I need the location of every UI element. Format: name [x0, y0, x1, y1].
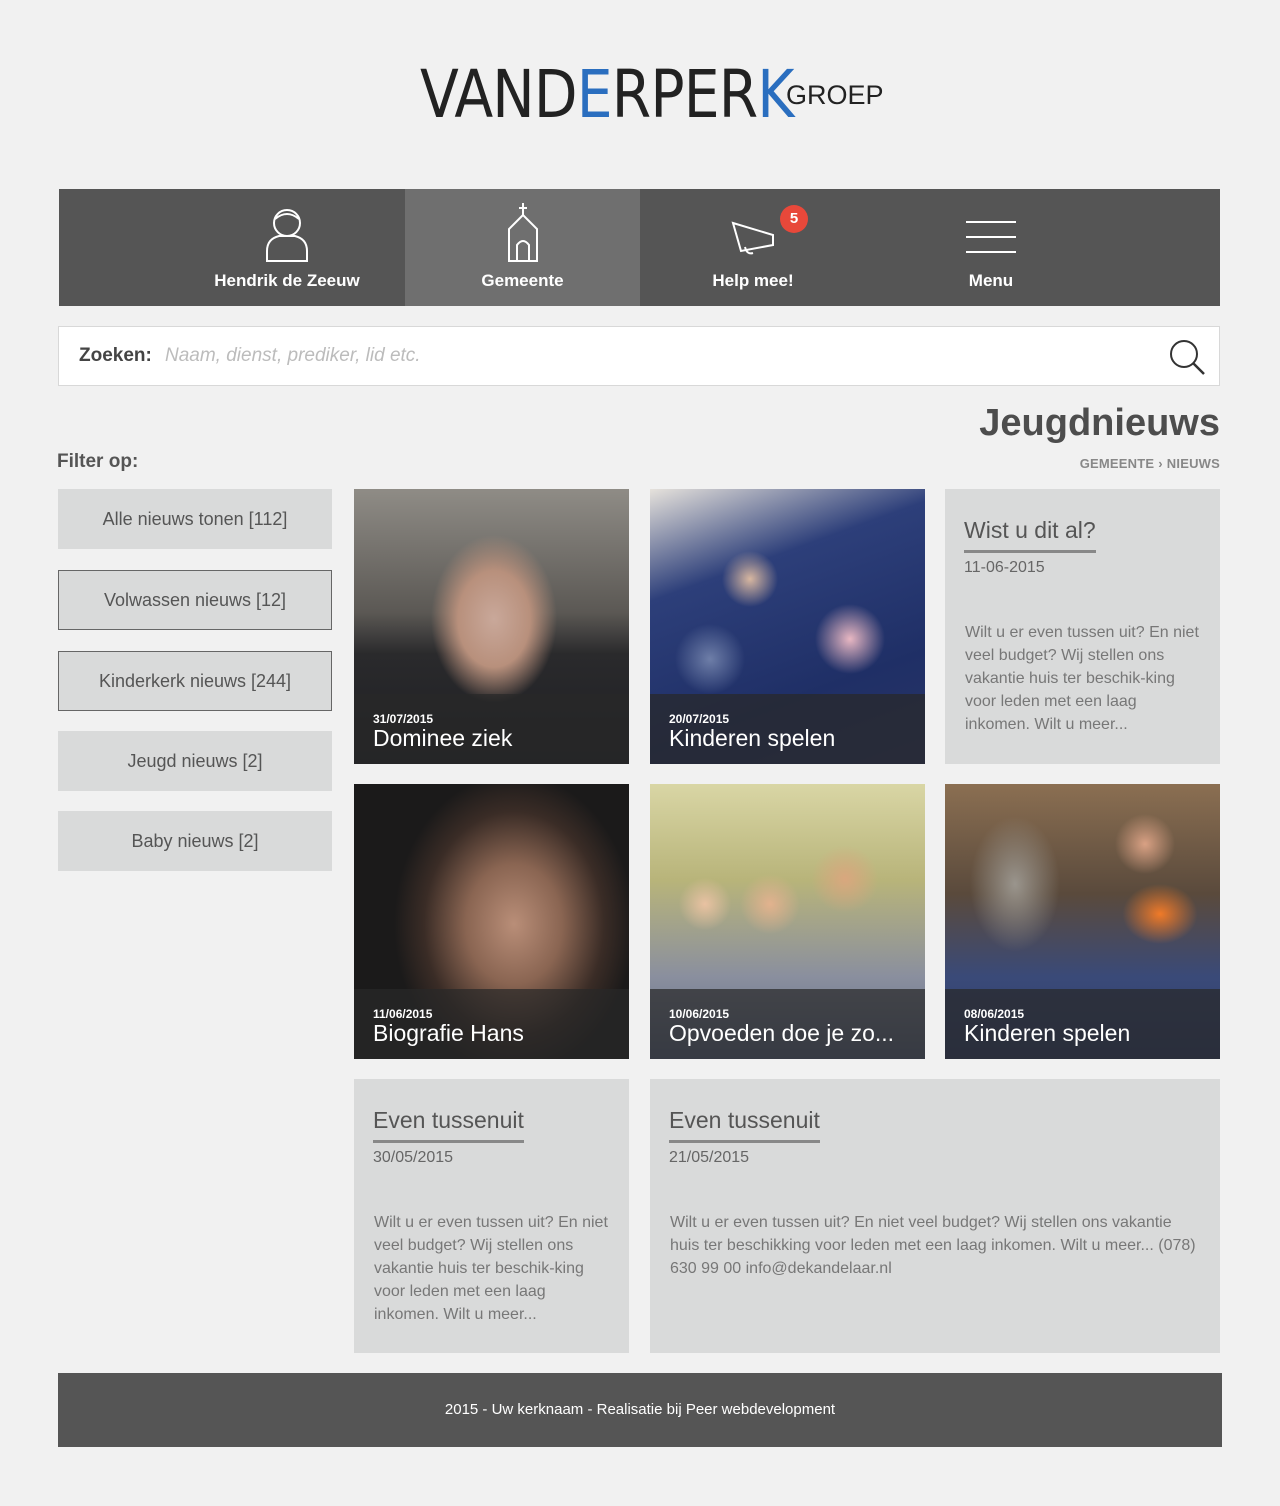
- text-card-date: 11-06-2015: [964, 559, 1045, 576]
- main-nav: Hendrik de Zeeuw Gemeente 5 Help mee! Me…: [59, 189, 1220, 306]
- hamburger-menu-icon: [966, 221, 1016, 253]
- nav-label-help: Help mee!: [712, 271, 794, 290]
- footer: 2015 - Uw kerknaam - Realisatie bij Peer…: [58, 1373, 1222, 1447]
- filter-all-news[interactable]: Alle nieuws tonen [112]: [58, 489, 332, 549]
- nav-item-profile[interactable]: Hendrik de Zeeuw: [169, 189, 405, 306]
- search-input[interactable]: [165, 339, 1125, 373]
- news-card[interactable]: 08/06/2015 Kinderen spelen: [945, 784, 1220, 1059]
- text-card-body: Wilt u er even tussen uit? En niet veel …: [670, 1214, 1196, 1277]
- text-card-date: 30/05/2015: [373, 1149, 454, 1166]
- nav-item-menu[interactable]: Menu: [866, 189, 1116, 306]
- logo-subtitle: GROEP: [786, 80, 884, 110]
- nav-label-profile: Hendrik de Zeeuw: [214, 271, 360, 290]
- search-icon[interactable]: [1169, 339, 1207, 377]
- filter-youth-news[interactable]: Jeugd nieuws [2]: [58, 731, 332, 791]
- nav-item-gemeente[interactable]: Gemeente: [405, 189, 640, 306]
- breadcrumb-separator: ›: [1158, 456, 1163, 471]
- text-card-title: Wist u dit al?: [964, 517, 1096, 553]
- filter-title: Filter op:: [57, 451, 139, 472]
- breadcrumb: GEMEENTE › NIEUWS: [1080, 456, 1220, 471]
- text-news-card[interactable]: Even tussenuit 21/05/2015 Wilt u er even…: [650, 1079, 1220, 1353]
- filter-baby-news[interactable]: Baby nieuws [2]: [58, 811, 332, 871]
- news-date: 31/07/2015: [373, 712, 434, 726]
- text-card-body: Wilt u er even tussen uit? En niet veel …: [374, 1214, 608, 1323]
- nav-label-gemeente: Gemeente: [481, 271, 564, 290]
- filter-kids-church-news[interactable]: Kinderkerk nieuws [244]: [58, 651, 332, 711]
- news-title: Kinderen spelen: [669, 725, 836, 751]
- search-label: Zoeken:: [79, 345, 152, 366]
- nav-label-menu: Menu: [968, 271, 1014, 290]
- text-card-body: Wilt u er even tussen uit? En niet veel …: [965, 624, 1199, 733]
- news-card[interactable]: 20/07/2015 Kinderen spelen: [650, 489, 925, 764]
- news-card[interactable]: 10/06/2015 Opvoeden doe je zo...: [650, 784, 925, 1059]
- news-title: Biografie Hans: [373, 1020, 524, 1046]
- text-card-title: Even tussenuit: [669, 1107, 820, 1143]
- logo[interactable]: VANDERPERK GROEP: [420, 56, 884, 133]
- user-icon: [266, 209, 308, 262]
- news-date: 20/07/2015: [669, 712, 730, 726]
- notification-badge: 5: [780, 205, 808, 233]
- news-card[interactable]: 31/07/2015 Dominee ziek: [354, 489, 629, 764]
- page-title: Jeugdnieuws: [979, 402, 1220, 444]
- news-date: 11/06/2015: [373, 1007, 433, 1021]
- text-news-card[interactable]: Wist u dit al? 11-06-2015 Wilt u er even…: [945, 489, 1220, 764]
- text-news-card[interactable]: Even tussenuit 30/05/2015 Wilt u er even…: [354, 1079, 629, 1353]
- breadcrumb-nieuws[interactable]: NIEUWS: [1167, 456, 1220, 471]
- church-icon: [507, 203, 538, 262]
- logo-wordmark: VANDERPERK: [420, 56, 795, 133]
- news-title: Opvoeden doe je zo...: [669, 1020, 895, 1046]
- news-title: Dominee ziek: [373, 725, 513, 751]
- news-title: Kinderen spelen: [964, 1020, 1131, 1046]
- text-card-title: Even tussenuit: [373, 1107, 524, 1143]
- footer-text: 2015 - Uw kerknaam - Realisatie bij Peer…: [444, 1401, 836, 1418]
- news-card[interactable]: 11/06/2015 Biografie Hans: [354, 784, 629, 1059]
- search-bar: Zoeken:: [58, 326, 1220, 386]
- nav-item-help[interactable]: 5 Help mee!: [640, 189, 866, 306]
- news-date: 10/06/2015: [669, 1007, 730, 1021]
- news-date: 08/06/2015: [964, 1007, 1025, 1021]
- megaphone-icon: [731, 221, 774, 255]
- breadcrumb-gemeente[interactable]: GEMEENTE: [1080, 456, 1155, 471]
- filter-adult-news[interactable]: Volwassen nieuws [12]: [58, 570, 332, 630]
- text-card-date: 21/05/2015: [669, 1149, 750, 1166]
